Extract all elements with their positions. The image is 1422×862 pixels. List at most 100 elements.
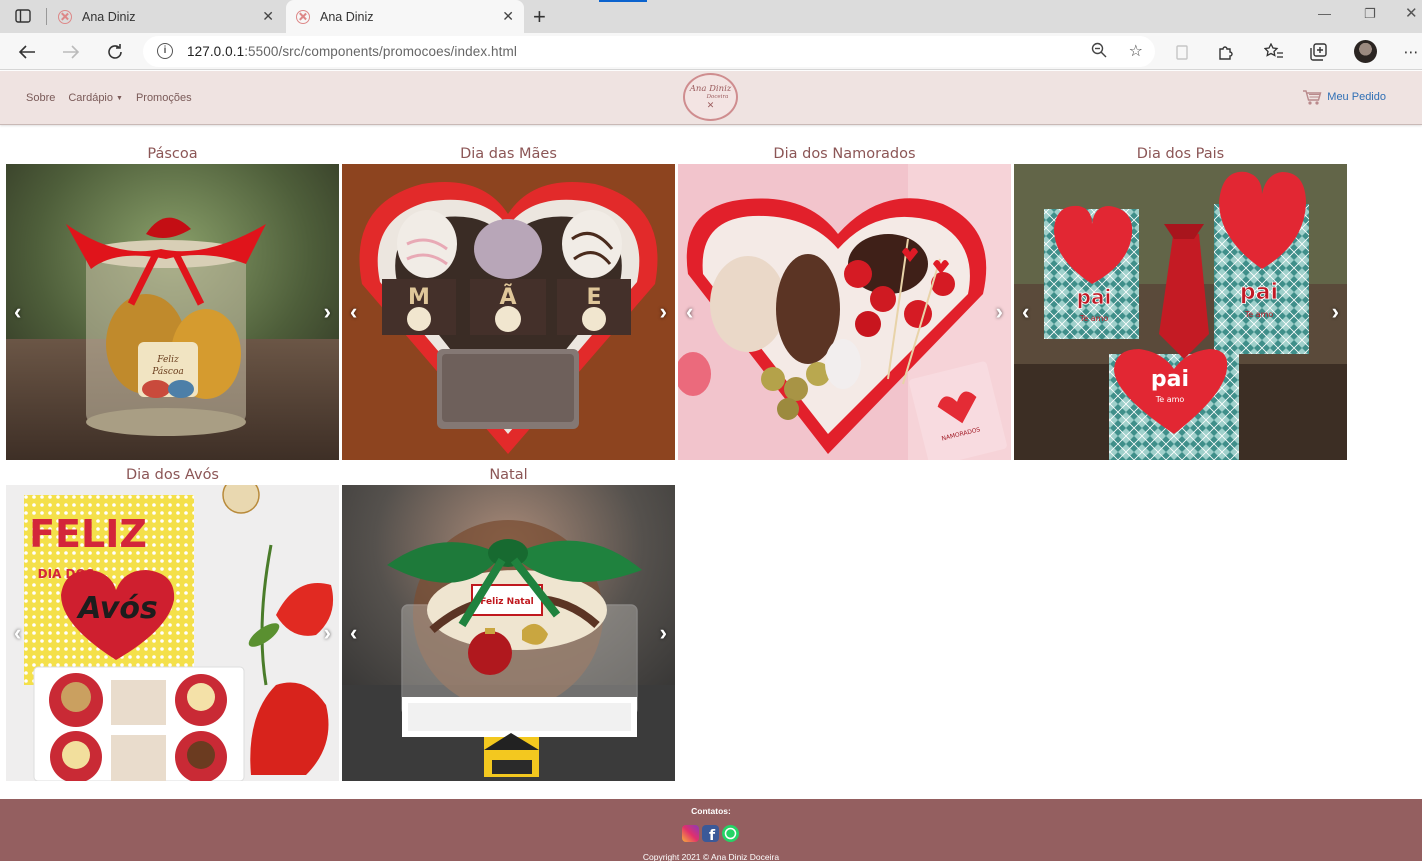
grandparents-day-photo: FELIZ DIA DOS Avós [6, 485, 339, 781]
instagram-icon[interactable] [682, 825, 699, 842]
main-nav: Sobre Cardápio ▼ Promoções [26, 92, 192, 104]
carousel-next-button[interactable]: › [324, 622, 331, 644]
carousel-next-button[interactable]: › [660, 622, 667, 644]
promo-title: Páscoa [147, 146, 198, 162]
more-icon[interactable]: ⋯ [1400, 41, 1422, 63]
new-tab-icon[interactable]: + [533, 4, 546, 30]
tab-separator [46, 8, 47, 25]
info-icon[interactable]: i [157, 43, 173, 59]
promo-carousel: FELIZ DIA DOS Avós ‹ › [6, 485, 339, 781]
promo-carousel: Feliz Natal ‹ › [342, 485, 675, 781]
social-links: f [682, 825, 739, 844]
carousel-next-button[interactable]: › [324, 301, 331, 323]
letter-e: E [586, 285, 601, 310]
grandparents-feliz: FELIZ [29, 512, 147, 556]
promo-fathers-day: Dia dos Pais pai Te amo pai Te amo pai T… [1014, 144, 1347, 460]
utensils-icon: ✕ [706, 99, 715, 110]
address-bar[interactable]: i 127.0.0.1:5500/src/components/promocoe… [143, 36, 1155, 67]
easter-label-line1: Feliz [156, 355, 179, 365]
profile-avatar[interactable] [1354, 40, 1377, 63]
carousel-prev-button[interactable]: ‹ [1022, 301, 1029, 323]
tab-actions-icon[interactable] [12, 6, 34, 26]
carousel-next-button[interactable]: › [1332, 301, 1339, 323]
promo-valentines: Dia dos Namorados NAMORADOS ‹ › [678, 144, 1011, 460]
zoom-icon[interactable] [1091, 42, 1107, 62]
logo-name: Ana Diniz [689, 83, 732, 94]
grandparents-avos: Avós [76, 591, 158, 626]
close-icon[interactable]: ✕ [262, 8, 274, 25]
facebook-icon[interactable]: f [702, 825, 719, 844]
promo-title: Natal [489, 467, 528, 483]
carousel-prev-button[interactable]: ‹ [686, 301, 693, 323]
close-icon[interactable]: ✕ [502, 8, 514, 25]
browser-toolbar: i 127.0.0.1:5500/src/components/promocoe… [0, 33, 1422, 70]
tab-title: Ana Diniz [320, 9, 374, 24]
promo-carousel: M Ã E ‹ › [342, 164, 675, 460]
url-path: :5500/src/components/promocoes/index.htm… [244, 44, 517, 59]
promo-carousel: Feliz Páscoa ‹ › [6, 164, 339, 460]
dad-word-right: pai [1240, 280, 1278, 305]
promo-title: Dia dos Avós [125, 467, 219, 483]
tab-favicon-icon [296, 9, 310, 24]
browser-tab-1[interactable]: Ana Diniz ✕ [48, 0, 284, 33]
promo-title: Dia dos Pais [1136, 146, 1225, 162]
collections-icon[interactable] [1308, 41, 1330, 63]
browser-tab-bar: Ana Diniz ✕ Ana Diniz ✕ + — ❐ ✕ [0, 0, 1422, 33]
tab-favicon-icon [58, 9, 72, 24]
dad-sub-left: Te amo [1079, 314, 1109, 323]
carousel-next-button[interactable]: › [996, 301, 1003, 323]
fathers-day-photo: pai Te amo pai Te amo pai Te amo [1014, 164, 1347, 460]
promo-carousel: pai Te amo pai Te amo pai Te amo ‹ › [1014, 164, 1347, 460]
window-close-icon[interactable]: ✕ [1405, 4, 1418, 22]
my-order-link[interactable]: Meu Pedido [1302, 89, 1386, 105]
site-footer: Contatos: f Copyright 2021 © Ana Diniz D… [0, 799, 1422, 862]
cart-icon [1302, 89, 1322, 105]
christmas-label: Feliz Natal [480, 597, 534, 607]
forward-icon[interactable] [60, 41, 82, 63]
back-icon[interactable] [16, 41, 38, 63]
carousel-next-button[interactable]: › [660, 301, 667, 323]
easter-photo: Feliz Páscoa [6, 164, 339, 460]
carousel-prev-button[interactable]: ‹ [350, 622, 357, 644]
promo-mothers-day: Dia das Mães M Ã E ‹ › [342, 144, 675, 460]
promo-title: Dia dos Namorados [773, 146, 916, 162]
carousel-prev-button[interactable]: ‹ [350, 301, 357, 323]
my-order-label: Meu Pedido [1327, 91, 1386, 103]
svg-text:f: f [709, 828, 716, 842]
site-header: Sobre Cardápio ▼ Promoções Ana Diniz Doce… [0, 71, 1422, 125]
tab-title: Ana Diniz [82, 9, 136, 24]
url-host: 127.0.0.1 [187, 44, 245, 59]
brand-logo[interactable]: Ana Diniz Doceira ✕ [683, 73, 738, 121]
promo-easter: Páscoa Feliz Páscoa ‹ › [6, 144, 339, 460]
dad-sub-center: Te amo [1155, 395, 1185, 404]
minimize-icon[interactable]: — [1318, 6, 1331, 21]
promo-carousel: NAMORADOS ‹ › [678, 164, 1011, 460]
extensions-icon[interactable] [1215, 41, 1237, 63]
letter-m: M [408, 285, 430, 310]
footer-contacts-label: Contatos: [691, 806, 731, 816]
url-text[interactable]: 127.0.0.1:5500/src/components/promocoes/… [187, 44, 517, 59]
dad-word-left: pai [1077, 285, 1112, 309]
browser-tab-2[interactable]: Ana Diniz ✕ [286, 0, 524, 33]
nav-link-menu-label: Cardápio [68, 92, 113, 104]
promo-title: Dia das Mães [460, 146, 557, 162]
promo-grandparents-day: Dia dos Avós FELIZ DIA DOS Avós ‹ › [6, 465, 339, 781]
dad-sub-right: Te amo [1244, 310, 1274, 319]
add-favorite-icon[interactable]: ☆ [1129, 41, 1143, 61]
nav-link-about[interactable]: Sobre [26, 92, 55, 104]
dad-word-center: pai [1151, 367, 1189, 392]
restore-icon[interactable]: ❐ [1364, 6, 1376, 22]
reload-icon[interactable] [104, 41, 126, 63]
valentines-photo: NAMORADOS [678, 164, 1011, 460]
reading-icon[interactable] [1171, 41, 1193, 63]
nav-link-menu[interactable]: Cardápio ▼ [68, 92, 123, 104]
whatsapp-icon[interactable] [722, 825, 739, 842]
tab-accent-line [599, 0, 647, 2]
christmas-photo: Feliz Natal [342, 485, 675, 781]
caret-down-icon: ▼ [116, 95, 123, 102]
carousel-prev-button[interactable]: ‹ [14, 301, 21, 323]
nav-link-promotions[interactable]: Promoções [136, 92, 192, 104]
favorites-icon[interactable] [1263, 41, 1285, 63]
carousel-prev-button[interactable]: ‹ [14, 622, 21, 644]
promo-christmas: Natal Feliz Natal ‹ › [342, 465, 675, 781]
